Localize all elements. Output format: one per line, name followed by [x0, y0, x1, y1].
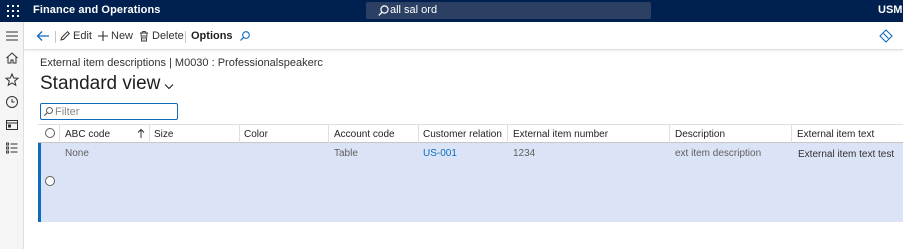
- action-pane-divider: [55, 31, 56, 43]
- breadcrumb: External item descriptions | M0030 : Pro…: [40, 57, 323, 69]
- column-header-account-code[interactable]: Account code: [334, 129, 395, 140]
- table-row[interactable]: None Table US-001 1234 ext item descript…: [38, 143, 903, 167]
- chevron-down-icon: [165, 83, 174, 89]
- cell-abc-code[interactable]: None: [65, 148, 89, 159]
- back-arrow-icon[interactable]: [36, 30, 50, 42]
- view-title: Standard view: [40, 73, 161, 94]
- column-divider: [328, 125, 329, 143]
- column-divider: [791, 125, 792, 143]
- trash-icon: [140, 31, 148, 42]
- home-icon[interactable]: [4, 50, 20, 66]
- cell-description[interactable]: ext item description: [675, 148, 761, 159]
- filter-search-icon: [43, 107, 53, 117]
- star-icon[interactable]: [4, 72, 20, 88]
- action-pane-divider: [185, 31, 186, 43]
- cell-account-code[interactable]: Table: [334, 148, 358, 159]
- clock-icon[interactable]: [4, 94, 20, 110]
- cell-customer-relation-link[interactable]: US-001: [423, 148, 457, 159]
- column-header-size[interactable]: Size: [154, 129, 173, 140]
- search-icon[interactable]: [239, 30, 251, 42]
- delete-label: Delete: [152, 30, 184, 42]
- edit-label: Edit: [73, 30, 92, 42]
- global-search-box[interactable]: all sal ord: [366, 2, 651, 19]
- column-divider: [669, 125, 670, 143]
- delete-button[interactable]: Delete: [138, 30, 184, 42]
- options-tab[interactable]: Options: [191, 30, 233, 42]
- edit-button[interactable]: Edit: [59, 30, 92, 42]
- column-divider: [59, 125, 60, 143]
- column-divider: [239, 125, 240, 143]
- sort-ascending-icon[interactable]: [137, 128, 145, 139]
- global-search-text: all sal ord: [390, 4, 438, 16]
- column-header-color[interactable]: Color: [244, 129, 268, 140]
- top-navigation-bar: Finance and Operations all sal ord USMF: [0, 0, 903, 22]
- options-label: Options: [191, 30, 233, 42]
- list-icon[interactable]: [4, 140, 20, 156]
- search-icon: [378, 5, 389, 16]
- cell-external-item-text[interactable]: External item text test: [798, 149, 894, 160]
- column-header-external-item-number[interactable]: External item number: [513, 129, 608, 140]
- filter-input[interactable]: [55, 105, 175, 118]
- action-pane: Edit New Delete Options: [24, 22, 903, 50]
- cell-external-item-number[interactable]: 1234: [513, 148, 535, 159]
- column-divider: [418, 125, 419, 143]
- table-row[interactable]: [38, 167, 903, 222]
- column-divider: [507, 125, 508, 143]
- view-selector[interactable]: Standard view: [40, 73, 174, 95]
- selected-row-indicator: [38, 143, 41, 222]
- column-divider: [149, 125, 150, 143]
- company-picker[interactable]: USMF: [878, 4, 903, 16]
- column-header-abc-code[interactable]: ABC code: [65, 129, 110, 140]
- column-header-external-item-text[interactable]: External item text: [797, 129, 874, 140]
- external-item-descriptions-grid: ABC code Size Color Account code Custome…: [38, 124, 903, 222]
- new-button[interactable]: New: [97, 30, 133, 42]
- select-all-checkbox[interactable]: [45, 128, 55, 138]
- grid-header-row: ABC code Size Color Account code Custome…: [38, 124, 903, 143]
- workspace-icon[interactable]: [4, 117, 20, 133]
- column-header-description[interactable]: Description: [675, 129, 725, 140]
- pencil-icon: [60, 30, 71, 41]
- new-label: New: [111, 30, 134, 42]
- left-navigation-pane: [0, 22, 24, 249]
- plus-icon: [98, 31, 108, 41]
- filter-box[interactable]: [40, 103, 178, 120]
- menu-icon[interactable]: [4, 28, 20, 44]
- column-header-customer-relation[interactable]: Customer relation: [423, 129, 502, 140]
- row-select-checkbox[interactable]: [45, 176, 55, 186]
- app-title[interactable]: Finance and Operations: [33, 4, 161, 16]
- app-launcher-icon[interactable]: [5, 4, 19, 18]
- diamond-settings-icon[interactable]: [879, 29, 893, 43]
